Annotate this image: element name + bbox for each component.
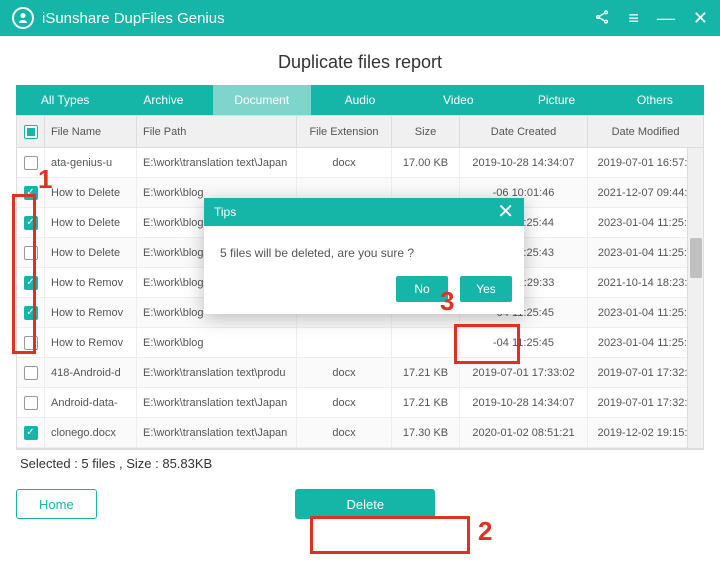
col-created[interactable]: Date Created	[460, 116, 588, 147]
cell-extension	[297, 328, 392, 357]
cell-filename: 418-Android-d	[45, 358, 137, 387]
cell-created: 2019-10-28 14:34:07	[460, 388, 588, 417]
dialog-titlebar: Tips ✕	[204, 198, 524, 226]
page-title: Duplicate files report	[0, 36, 720, 85]
cell-modified: 2023-01-04 11:25:4	[588, 298, 703, 327]
cell-modified: 2023-01-04 11:25:4	[588, 238, 703, 267]
dialog-no-button[interactable]: No	[396, 276, 448, 302]
cell-filepath: E:\work\blog	[137, 328, 297, 357]
tab-audio[interactable]: Audio	[311, 85, 409, 115]
cell-filename: clonego.docx	[45, 418, 137, 447]
app-logo-icon	[12, 7, 34, 29]
cell-extension: docx	[297, 388, 392, 417]
cell-filepath: E:\work\translation text\Japan	[137, 418, 297, 447]
row-checkbox[interactable]	[24, 156, 38, 170]
row-checkbox[interactable]	[24, 426, 38, 440]
cell-created: 2019-10-28 14:34:07	[460, 148, 588, 177]
delete-button[interactable]: Delete	[295, 489, 435, 519]
cell-filename: How to Delete	[45, 238, 137, 267]
table-row[interactable]: ata-genius-uE:\work\translation text\Jap…	[17, 148, 703, 178]
col-size[interactable]: Size	[392, 116, 460, 147]
cell-created: 2019-07-01 17:33:02	[460, 358, 588, 387]
row-checkbox[interactable]	[24, 246, 38, 260]
col-filepath[interactable]: File Path	[137, 116, 297, 147]
table-row[interactable]: clonego.docxE:\work\translation text\Jap…	[17, 418, 703, 448]
tab-archive[interactable]: Archive	[114, 85, 212, 115]
bottom-bar: Home Delete	[0, 475, 720, 533]
cell-size: 17.21 KB	[392, 388, 460, 417]
cell-modified: 2019-07-01 17:32:5	[588, 358, 703, 387]
table-row[interactable]: How to RemovE:\work\blog -04 11:25:452023…	[17, 328, 703, 358]
minimize-icon[interactable]: —	[657, 9, 675, 27]
tab-document[interactable]: Document	[213, 85, 311, 115]
row-checkbox[interactable]	[24, 366, 38, 380]
cell-filename: How to Delete	[45, 208, 137, 237]
table-row[interactable]: Android-data-E:\work\translation text\Ja…	[17, 388, 703, 418]
cell-filename: ata-genius-u	[45, 148, 137, 177]
cell-extension: docx	[297, 418, 392, 447]
cell-filepath: E:\work\translation text\Japan	[137, 148, 297, 177]
close-icon[interactable]: ✕	[693, 9, 708, 27]
cell-modified: 2023-01-04 11:25:4	[588, 208, 703, 237]
cell-modified: 2021-10-14 18:23:1	[588, 268, 703, 297]
cell-filename: How to Remov	[45, 298, 137, 327]
cell-size: 17.21 KB	[392, 358, 460, 387]
row-checkbox[interactable]	[24, 186, 38, 200]
selection-status: Selected : 5 files , Size : 85.83KB	[16, 449, 704, 475]
scroll-thumb[interactable]	[690, 238, 702, 278]
col-extension[interactable]: File Extension	[297, 116, 392, 147]
cell-created: -04 11:25:45	[460, 328, 588, 357]
cell-size: 17.00 KB	[392, 148, 460, 177]
cell-modified: 2023-01-04 11:25:4	[588, 328, 703, 357]
tab-others[interactable]: Others	[606, 85, 704, 115]
row-checkbox[interactable]	[24, 336, 38, 350]
cell-filename: How to Remov	[45, 328, 137, 357]
cell-extension: docx	[297, 148, 392, 177]
vertical-scrollbar[interactable]	[687, 148, 703, 448]
dialog-close-icon[interactable]: ✕	[497, 202, 514, 222]
row-checkbox[interactable]	[24, 396, 38, 410]
cell-filepath: E:\work\translation text\Japan	[137, 388, 297, 417]
tab-picture[interactable]: Picture	[507, 85, 605, 115]
cell-modified: 2021-12-07 09:44:5	[588, 178, 703, 207]
cell-filename: Android-data-	[45, 388, 137, 417]
table-row[interactable]: 418-Android-dE:\work\translation text\pr…	[17, 358, 703, 388]
tab-video[interactable]: Video	[409, 85, 507, 115]
menu-icon[interactable]: ≡	[628, 9, 639, 27]
tab-all-types[interactable]: All Types	[16, 85, 114, 115]
app-title: iSunshare DupFiles Genius	[42, 10, 225, 27]
col-modified[interactable]: Date Modified	[588, 116, 703, 147]
confirm-dialog: Tips ✕ 5 files will be deleted, are you …	[204, 198, 524, 314]
dialog-yes-button[interactable]: Yes	[460, 276, 512, 302]
row-checkbox[interactable]	[24, 276, 38, 290]
share-icon[interactable]	[594, 9, 610, 28]
cell-modified: 2019-07-01 16:57:4	[588, 148, 703, 177]
home-button[interactable]: Home	[16, 489, 97, 519]
filter-tabs: All TypesArchiveDocumentAudioVideoPictur…	[16, 85, 704, 115]
dialog-title: Tips	[214, 205, 236, 219]
cell-size	[392, 328, 460, 357]
cell-filename: How to Remov	[45, 268, 137, 297]
row-checkbox[interactable]	[24, 306, 38, 320]
table-header: File Name File Path File Extension Size …	[17, 116, 703, 148]
cell-filename: How to Delete	[45, 178, 137, 207]
cell-filepath: E:\work\translation text\produ	[137, 358, 297, 387]
cell-size: 17.30 KB	[392, 418, 460, 447]
cell-created: 2020-01-02 08:51:21	[460, 418, 588, 447]
titlebar: iSunshare DupFiles Genius ≡ — ✕	[0, 0, 720, 36]
cell-modified: 2019-07-01 17:32:5	[588, 388, 703, 417]
cell-extension: docx	[297, 358, 392, 387]
select-all-checkbox[interactable]	[24, 125, 38, 139]
col-filename[interactable]: File Name	[45, 116, 137, 147]
cell-modified: 2019-12-02 19:15:1	[588, 418, 703, 447]
row-checkbox[interactable]	[24, 216, 38, 230]
